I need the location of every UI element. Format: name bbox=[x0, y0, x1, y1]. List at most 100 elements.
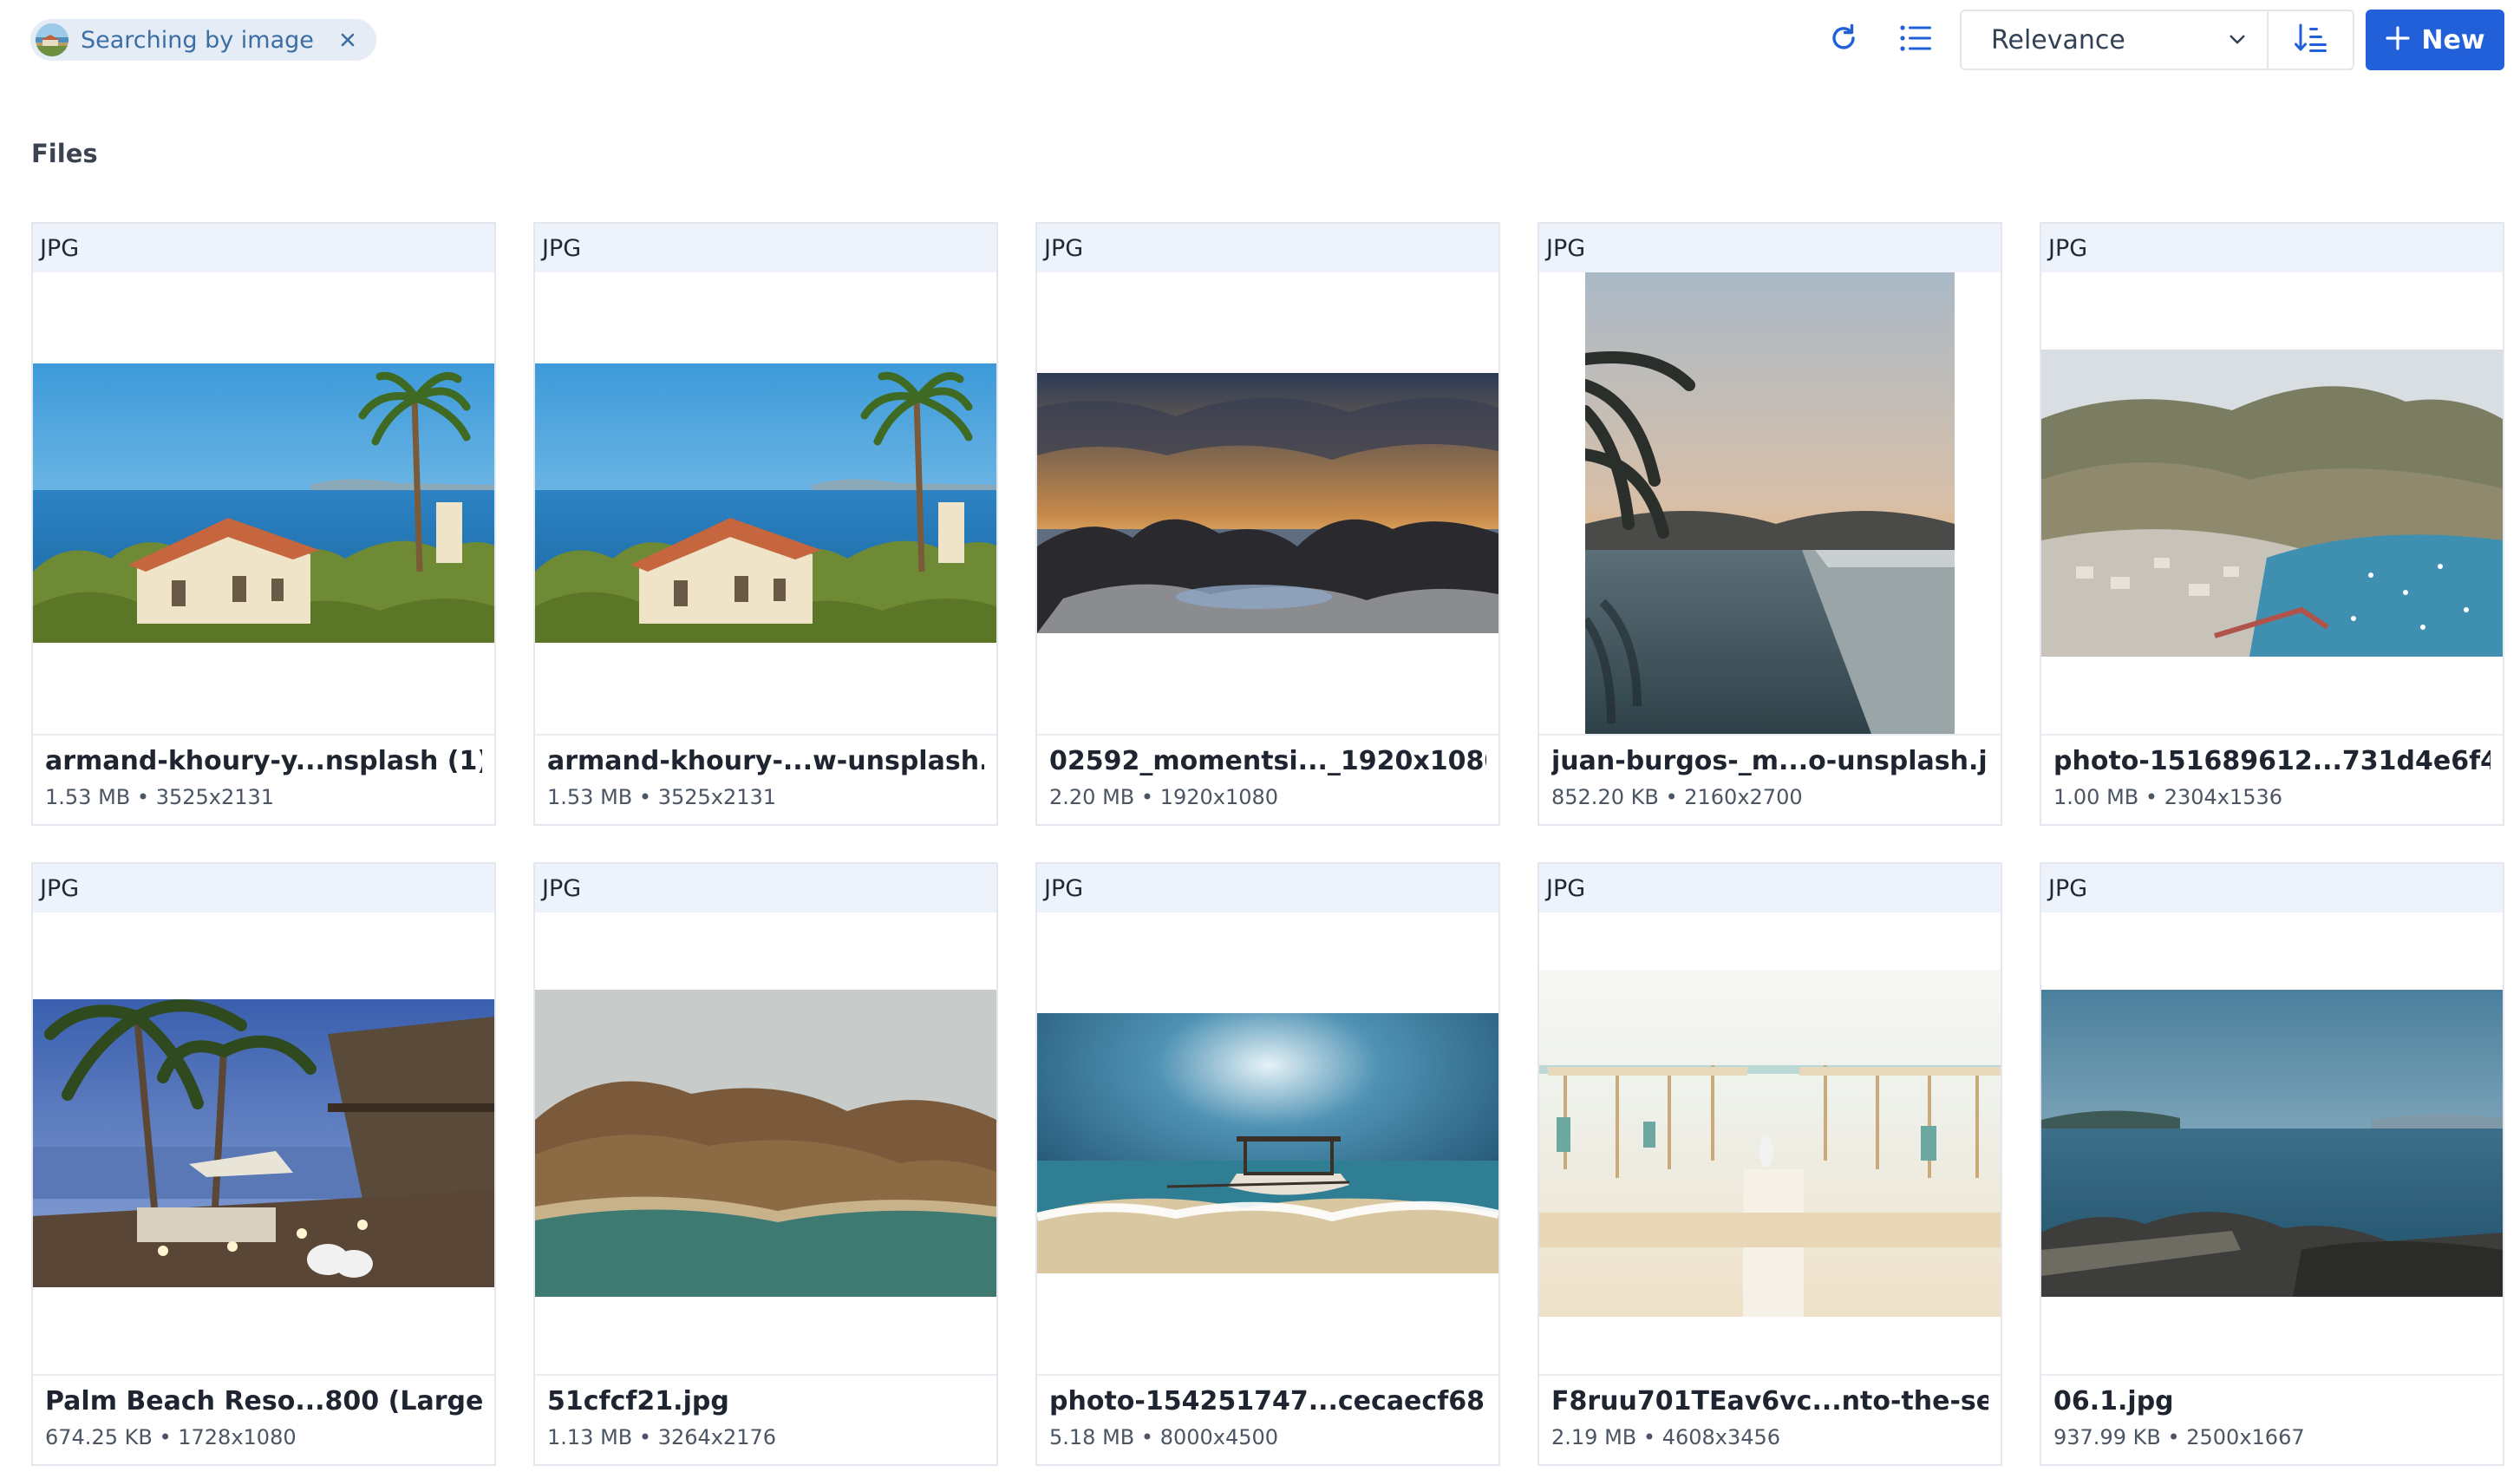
file-thumbnail bbox=[535, 363, 996, 643]
file-dimensions: 2500x1667 bbox=[2186, 1425, 2305, 1449]
meta-separator: • bbox=[1140, 785, 1154, 809]
file-thumbnail-area bbox=[535, 913, 996, 1374]
sort-order-icon bbox=[2294, 23, 2328, 57]
file-type-badge: JPG bbox=[1539, 224, 2001, 272]
file-thumbnail-area bbox=[2041, 272, 2503, 734]
file-thumbnail-area bbox=[1539, 272, 2001, 734]
file-type-badge: JPG bbox=[535, 864, 996, 913]
file-card[interactable]: JPG bbox=[2040, 222, 2504, 826]
file-info: 06.1.jpg 937.99 KB • 2500x1667 bbox=[2041, 1374, 2503, 1464]
file-grid: JPG armand-khoury-y...nsplash (1 1.53 MB… bbox=[31, 222, 2504, 1466]
meta-separator: • bbox=[2145, 785, 2158, 809]
file-size: 937.99 KB bbox=[2053, 1425, 2161, 1449]
file-card[interactable]: JPG photo-154251747...cecaecf68 5.18 MB … bbox=[1035, 862, 1500, 1466]
file-meta: 852.20 KB • 2160x2700 bbox=[1551, 785, 1988, 809]
file-type-badge: JPG bbox=[33, 224, 494, 272]
file-card[interactable]: JPG bbox=[1537, 862, 2002, 1466]
file-size: 1.53 MB bbox=[547, 785, 633, 809]
file-info: 51cfcf21.jpg 1.13 MB • 3264x2176 bbox=[535, 1374, 996, 1464]
list-view-button[interactable] bbox=[1893, 17, 1938, 62]
file-card[interactable]: JPG bbox=[533, 222, 998, 826]
file-card[interactable]: JPG bbox=[31, 222, 496, 826]
file-meta: 1.53 MB • 3525x2131 bbox=[45, 785, 482, 809]
file-thumbnail bbox=[1539, 970, 2001, 1317]
file-card[interactable]: JPG 02592_momentsi..._1920x1080.jpg 2.20 bbox=[1035, 222, 1500, 826]
file-meta: 674.25 KB • 1728x1080 bbox=[45, 1425, 482, 1449]
file-info: photo-154251747...cecaecf6817.jpg 5.18 M… bbox=[1037, 1374, 1498, 1464]
file-size: 2.19 MB bbox=[1551, 1425, 1637, 1449]
file-info: photo-151689612...731d4e6f42a.jpg 1.00 M… bbox=[2041, 734, 2503, 824]
file-card[interactable]: JPG 51cfcf21.jpg 1.13 MB • 3264x2176 bbox=[533, 862, 998, 1466]
file-name: photo-151689612...731d4e6f42a.jpg bbox=[2053, 746, 2491, 776]
new-button-label: New bbox=[2421, 24, 2485, 56]
file-dimensions: 2304x1536 bbox=[2164, 785, 2283, 809]
refresh-button[interactable] bbox=[1821, 17, 1866, 62]
file-dimensions: 1728x1080 bbox=[178, 1425, 297, 1449]
file-thumbnail-area bbox=[1037, 913, 1498, 1374]
file-dimensions: 3525x2131 bbox=[155, 785, 275, 809]
file-name: juan-burgos-_m...o-unsplash.jpg bbox=[1551, 746, 1988, 776]
file-type-badge: JPG bbox=[1037, 864, 1498, 913]
file-card[interactable]: JPG bbox=[31, 862, 496, 1466]
close-icon[interactable] bbox=[338, 30, 357, 49]
file-thumbnail-area bbox=[1539, 913, 2001, 1374]
file-thumbnail bbox=[2041, 990, 2503, 1297]
file-info: Palm Beach Reso...800 (Large).jpg 674.25… bbox=[33, 1374, 494, 1464]
file-info: armand-khoury-y...nsplash (1).jpg 1.53 M… bbox=[33, 734, 494, 824]
sort-selected-value: Relevance bbox=[1991, 24, 2125, 56]
sort-order-button[interactable] bbox=[2269, 11, 2353, 69]
file-name: Palm Beach Reso...800 (Large).jpg bbox=[45, 1386, 482, 1416]
search-by-image-chip[interactable]: Searching by image bbox=[30, 19, 376, 61]
file-thumbnail bbox=[2041, 350, 2503, 657]
sort-control: Relevance bbox=[1960, 10, 2354, 70]
file-size: 674.25 KB bbox=[45, 1425, 153, 1449]
file-thumbnail bbox=[1037, 373, 1498, 633]
list-view-icon bbox=[1899, 23, 1932, 56]
new-button[interactable]: New bbox=[2366, 10, 2504, 70]
file-size: 1.00 MB bbox=[2053, 785, 2139, 809]
section-title: Files bbox=[31, 139, 98, 168]
plus-icon bbox=[2385, 25, 2411, 55]
refresh-icon bbox=[1828, 23, 1859, 57]
file-size: 852.20 KB bbox=[1551, 785, 1659, 809]
file-card[interactable]: JPG juan-burgos-_m...o-unsplash.jpg 852.… bbox=[1537, 222, 2002, 826]
file-dimensions: 2160x2700 bbox=[1684, 785, 1803, 809]
file-meta: 937.99 KB • 2500x1667 bbox=[2053, 1425, 2491, 1449]
file-info: juan-burgos-_m...o-unsplash.jpg 852.20 K… bbox=[1539, 734, 2001, 824]
file-meta: 1.00 MB • 2304x1536 bbox=[2053, 785, 2491, 809]
file-meta: 1.13 MB • 3264x2176 bbox=[547, 1425, 984, 1449]
top-toolbar: Searching by image Relevance New bbox=[0, 0, 2520, 78]
file-dimensions: 3525x2131 bbox=[657, 785, 777, 809]
meta-separator: • bbox=[1665, 785, 1678, 809]
meta-separator: • bbox=[136, 785, 150, 809]
file-name: 51cfcf21.jpg bbox=[547, 1386, 729, 1416]
file-card[interactable]: JPG 06.1.jpg 937.99 KB • 2500x1667 bbox=[2040, 862, 2504, 1466]
meta-separator: • bbox=[2167, 1425, 2180, 1449]
file-name: photo-154251747...cecaecf6817.jpg bbox=[1049, 1386, 1486, 1416]
file-size: 2.20 MB bbox=[1049, 785, 1135, 809]
meta-separator: • bbox=[638, 1425, 652, 1449]
file-thumbnail bbox=[1037, 1013, 1498, 1273]
file-size: 5.18 MB bbox=[1049, 1425, 1135, 1449]
file-type-badge: JPG bbox=[1037, 224, 1498, 272]
sort-select[interactable]: Relevance bbox=[1962, 11, 2269, 69]
file-meta: 1.53 MB • 3525x2131 bbox=[547, 785, 984, 809]
file-size: 1.53 MB bbox=[45, 785, 131, 809]
file-info: armand-khoury-...w-unsplash.jpg 1.53 MB … bbox=[535, 734, 996, 824]
file-thumbnail bbox=[1585, 272, 1955, 734]
file-thumbnail-area bbox=[535, 272, 996, 734]
file-type-badge: JPG bbox=[535, 224, 996, 272]
file-name: armand-khoury-y...nsplash (1).jpg bbox=[45, 746, 482, 776]
file-thumbnail-area bbox=[33, 272, 494, 734]
file-type-badge: JPG bbox=[2041, 224, 2503, 272]
image-thumbnail-icon bbox=[36, 23, 69, 56]
file-thumbnail bbox=[33, 363, 494, 643]
file-dimensions: 3264x2176 bbox=[657, 1425, 777, 1449]
file-thumbnail bbox=[33, 999, 494, 1287]
file-type-badge: JPG bbox=[33, 864, 494, 913]
file-name: 02592_momentsi..._1920x1080.jpg bbox=[1049, 746, 1486, 776]
file-name: F8ruu701TEav6vc...nto-the-sea.jpg bbox=[1551, 1386, 1988, 1416]
file-type-badge: JPG bbox=[1539, 864, 2001, 913]
file-info: F8ruu701TEav6vc...nto-the-sea.jpg 2.19 M… bbox=[1539, 1374, 2001, 1464]
file-thumbnail-area bbox=[1037, 272, 1498, 734]
